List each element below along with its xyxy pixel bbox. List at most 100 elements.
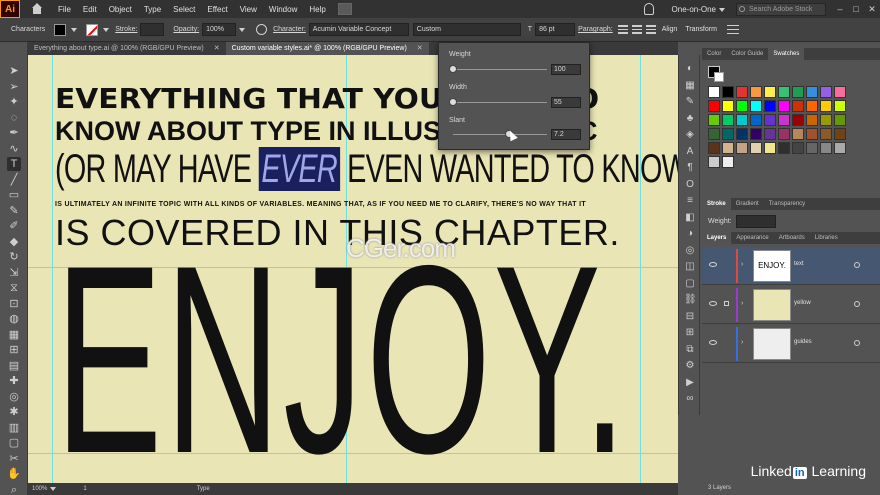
- minimize-button[interactable]: –: [832, 4, 848, 14]
- width-tool-icon[interactable]: ⧖: [7, 281, 21, 295]
- swatch[interactable]: [820, 128, 832, 140]
- workspace-switcher[interactable]: One-on-One: [672, 5, 728, 14]
- swatch[interactable]: [820, 142, 832, 154]
- eye-icon[interactable]: [709, 340, 717, 345]
- swatch[interactable]: [778, 142, 790, 154]
- chevron-right-icon[interactable]: [239, 27, 246, 32]
- swatch[interactable]: [806, 86, 818, 98]
- tab-everything-about-type[interactable]: Everything about type.ai @ 100% (RGB/GPU…: [28, 42, 226, 55]
- paintbrush-tool-icon[interactable]: ✎: [7, 204, 21, 218]
- swatch[interactable]: [778, 100, 790, 112]
- swatch[interactable]: [708, 100, 720, 112]
- slant-value-field[interactable]: 7.2: [551, 129, 581, 140]
- pen-tool-icon[interactable]: ✒: [7, 126, 21, 140]
- tab-layers[interactable]: Layers: [702, 232, 732, 244]
- tab-transparency[interactable]: Transparency: [764, 198, 810, 210]
- artboard-tool-icon[interactable]: ▢: [7, 436, 21, 450]
- appearance-icon[interactable]: ◎: [684, 245, 696, 257]
- swatch[interactable]: [708, 114, 720, 126]
- align-button[interactable]: Align: [658, 26, 682, 33]
- target-icon[interactable]: [854, 262, 860, 268]
- free-transform-tool-icon[interactable]: ⊡: [7, 297, 21, 311]
- menu-edit[interactable]: Edit: [77, 5, 103, 14]
- type-tool-icon[interactable]: T: [7, 157, 21, 171]
- artboards-icon[interactable]: ▢: [684, 278, 696, 290]
- align-center-icon[interactable]: [631, 25, 642, 34]
- stroke-swatch[interactable]: [714, 72, 724, 82]
- swatch[interactable]: [778, 114, 790, 126]
- layer-row-yellow[interactable]: › yellow: [702, 286, 880, 324]
- swatch[interactable]: [834, 86, 846, 98]
- tab-gradient[interactable]: Gradient: [731, 198, 764, 210]
- target-icon[interactable]: [854, 301, 860, 307]
- tab-custom-variable-styles[interactable]: Custom variable styles.ai* @ 100% (RGB/G…: [225, 42, 429, 55]
- swatch[interactable]: [764, 142, 776, 154]
- width-value-field[interactable]: 55: [551, 97, 581, 108]
- align-left-icon[interactable]: [617, 25, 628, 34]
- enjoy-display-text[interactable]: ENJOY.: [55, 225, 629, 483]
- arrange-documents-icon[interactable]: [337, 3, 352, 15]
- swatch[interactable]: [764, 86, 776, 98]
- swatch[interactable]: [764, 100, 776, 112]
- direct-select-tool-icon[interactable]: ➢: [7, 80, 21, 94]
- font-size-field[interactable]: 86 pt: [535, 23, 576, 36]
- gradient-icon[interactable]: ◧: [684, 212, 696, 224]
- swatch[interactable]: [806, 128, 818, 140]
- swatch[interactable]: [778, 128, 790, 140]
- links-icon[interactable]: ⛓: [684, 294, 697, 306]
- tab-artboards[interactable]: Artboards: [774, 232, 810, 244]
- actions-icon[interactable]: ▶: [684, 377, 696, 389]
- swatch[interactable]: [708, 86, 720, 98]
- scale-tool-icon[interactable]: ⇲: [7, 266, 21, 280]
- artboard-number[interactable]: 1: [83, 486, 86, 492]
- menu-help[interactable]: Help: [303, 5, 331, 14]
- tab-stroke[interactable]: Stroke: [702, 198, 731, 210]
- width-slider-track[interactable]: [453, 102, 547, 103]
- align-right-icon[interactable]: [645, 25, 656, 34]
- recolor-icon[interactable]: [256, 24, 268, 35]
- swatch[interactable]: [750, 114, 762, 126]
- rotate-tool-icon[interactable]: ↻: [7, 250, 21, 264]
- character-icon[interactable]: A: [684, 146, 696, 158]
- swatch[interactable]: [708, 128, 720, 140]
- transform-icon[interactable]: ⊞: [684, 327, 696, 339]
- swatch[interactable]: [764, 114, 776, 126]
- swatch[interactable]: [722, 114, 734, 126]
- layer-row-text[interactable]: › ENJOY. text: [702, 247, 880, 285]
- symbols-icon[interactable]: ♣: [684, 113, 696, 125]
- weight-slider-knob[interactable]: [449, 65, 457, 73]
- opacity-label[interactable]: Opacity:: [170, 26, 202, 33]
- shaper-tool-icon[interactable]: ✐: [7, 219, 21, 233]
- slant-slider-track[interactable]: [453, 134, 547, 135]
- target-icon[interactable]: [854, 340, 860, 346]
- properties-icon[interactable]: ⚙: [684, 360, 696, 372]
- chevron-down-icon[interactable]: [71, 27, 78, 32]
- graph-tool-icon[interactable]: ▥: [7, 421, 21, 435]
- select-tool-icon[interactable]: ➤: [7, 64, 21, 78]
- mesh-tool-icon[interactable]: ⊞: [7, 343, 21, 357]
- layer-row-guides[interactable]: › guides: [702, 325, 880, 363]
- transform-button[interactable]: Transform: [681, 26, 721, 33]
- swatch[interactable]: [750, 142, 762, 154]
- layers-icon[interactable]: ◫: [684, 261, 696, 273]
- line-tool-icon[interactable]: ╱: [7, 173, 21, 187]
- stroke-label[interactable]: Stroke:: [112, 26, 140, 33]
- stroke-icon[interactable]: ≡: [684, 195, 696, 207]
- swatch[interactable]: [736, 86, 748, 98]
- swatch[interactable]: [750, 86, 762, 98]
- swatch[interactable]: [722, 156, 734, 168]
- slice-tool-icon[interactable]: ✂: [7, 452, 21, 466]
- stroke-weight-input[interactable]: [735, 215, 776, 228]
- swatch[interactable]: [792, 100, 804, 112]
- font-style-field[interactable]: Custom: [412, 23, 521, 36]
- close-icon[interactable]: ✕: [417, 42, 423, 55]
- tab-appearance[interactable]: Appearance: [731, 232, 773, 244]
- character-label[interactable]: Character:: [270, 26, 309, 33]
- swatch[interactable]: [820, 86, 832, 98]
- width-slider-knob[interactable]: [449, 98, 457, 106]
- graphic-styles-icon[interactable]: ◈: [684, 129, 696, 141]
- swatch[interactable]: [750, 128, 762, 140]
- blend-tool-icon[interactable]: ◎: [7, 390, 21, 404]
- selected-text-highlight[interactable]: EVER: [258, 147, 340, 191]
- menu-window[interactable]: Window: [263, 5, 303, 14]
